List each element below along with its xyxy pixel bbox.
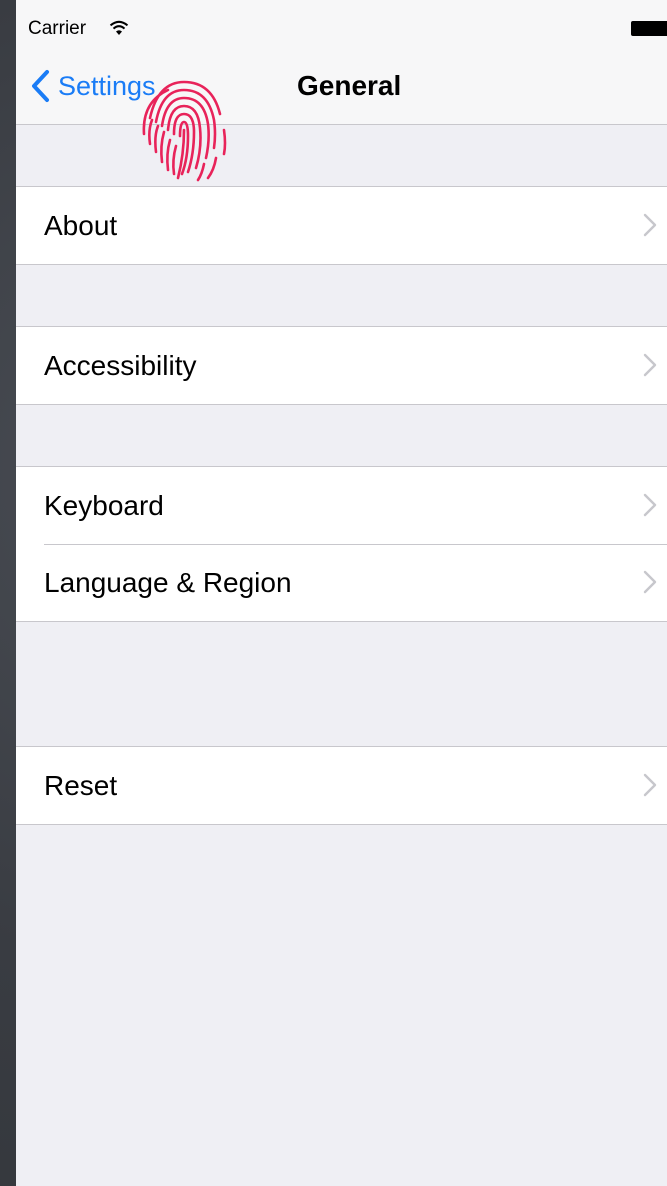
settings-screen: Carrier Settings General About Accessibi…: [16, 0, 667, 1186]
page-title: General: [297, 70, 402, 101]
list-item-about[interactable]: About: [16, 187, 667, 264]
list-item-accessibility[interactable]: Accessibility: [16, 327, 667, 404]
chevron-right-icon: [643, 493, 657, 517]
chevron-right-icon: [643, 213, 657, 237]
settings-group-accessibility: Accessibility: [16, 326, 667, 405]
list-item-reset[interactable]: Reset: [16, 747, 667, 824]
settings-group-keyboard-language: Keyboard Language & Region: [16, 466, 667, 622]
list-item-label: About: [44, 209, 118, 241]
carrier-label: Carrier: [28, 18, 87, 39]
list-item-label: Language & Region: [44, 566, 292, 598]
settings-group-reset: Reset: [16, 746, 667, 825]
chevron-right-icon: [643, 353, 657, 377]
list-item-keyboard[interactable]: Keyboard: [16, 467, 667, 544]
chevron-right-icon: [643, 773, 657, 797]
chevron-left-icon: [32, 70, 49, 102]
navigation-bar: Settings General: [16, 44, 667, 182]
list-item-label: Accessibility: [44, 349, 197, 381]
list-item-label: Reset: [44, 769, 118, 801]
chevron-right-icon: [643, 570, 657, 594]
wifi-icon: [109, 20, 129, 35]
status-bar: Carrier: [16, 0, 667, 44]
settings-group-about: About: [16, 186, 667, 265]
battery-icon: [631, 21, 667, 36]
fingerprint-icon: [142, 80, 227, 182]
list-item-language-region[interactable]: Language & Region: [16, 544, 667, 621]
list-item-label: Keyboard: [44, 489, 164, 521]
